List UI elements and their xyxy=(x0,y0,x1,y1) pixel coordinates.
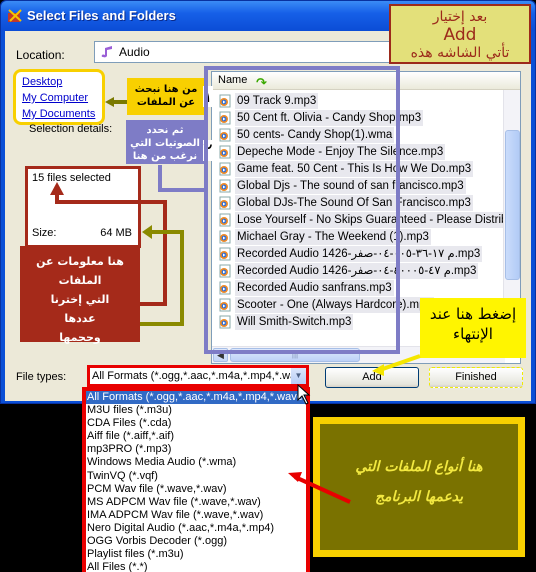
add-button[interactable]: Add xyxy=(325,367,419,388)
selection-count: 15 files selected xyxy=(32,172,111,184)
file-types-dropdown[interactable]: All Formats (*.ogg,*.aac,*.m4a,*.mp4,*.w… xyxy=(87,365,309,387)
file-name: Lose Yourself - No Skips Guaranteed - Pl… xyxy=(235,211,520,228)
audio-file-icon xyxy=(219,281,231,294)
file-name: 50 cents- Candy Shop(1).wma xyxy=(235,126,395,143)
location-dropdown[interactable]: Audio ▼ xyxy=(94,41,416,63)
audio-file-icon xyxy=(219,145,231,158)
audio-file-icon xyxy=(219,247,231,260)
file-list-item[interactable]: Lose Yourself - No Skips Guaranteed - Pl… xyxy=(218,211,520,228)
file-list-item[interactable]: 50 Cent ft. Olivia - Candy Shop.mp3 xyxy=(218,109,508,126)
vertical-scroll-thumb[interactable] xyxy=(505,130,520,280)
audio-file-icon xyxy=(219,264,231,277)
file-name: Will Smith-Switch.mp3 xyxy=(235,313,354,330)
audio-file-icon xyxy=(219,111,231,124)
audio-file-icon xyxy=(219,196,231,209)
file-list-item[interactable]: Game feat. 50 Cent - This Is How We Do.m… xyxy=(218,160,508,177)
file-types-label: File types: xyxy=(16,371,67,383)
selection-size-value: 64 MB xyxy=(100,227,132,239)
audio-file-icon xyxy=(219,179,231,192)
music-folder-icon xyxy=(101,46,112,58)
file-items: 09 Track 9.mp3 50 Cent ft. Olivia - Candy… xyxy=(218,92,520,330)
file-name: Recorded Audio 1426-م ١٧-٣٦-٠٠٥-٠٤-صفر.m… xyxy=(235,245,483,262)
file-name: Global Djs - The sound of san francisco.… xyxy=(235,177,466,194)
file-list-item[interactable]: Recorded Audio 1426-م ٤٧-٤٠٠٠٥-٠٤-صفر.mp… xyxy=(218,262,508,279)
annotation-selection-info: هنا معلومات عن الملفات التي إخترنا عددها… xyxy=(20,246,140,344)
file-type-option[interactable]: CDA Files (*.cda) xyxy=(86,417,306,430)
file-list-item[interactable]: Global DJs-The Sound Of San Francisco.mp… xyxy=(218,194,508,211)
audio-file-icon xyxy=(219,94,231,107)
file-types-options-list: All Formats (*.ogg,*.aac,*.m4a,*.mp4,*.w… xyxy=(82,387,310,572)
place-link-my-computer[interactable]: My Computer xyxy=(22,90,96,106)
file-list-item[interactable]: 50 cents- Candy Shop(1).wma xyxy=(218,126,508,143)
file-name: Recorded Audio 1426-م ٤٧-٤٠٠٠٥-٠٤-صفر.mp… xyxy=(235,262,479,279)
file-list-item[interactable]: 09 Track 9.mp3 xyxy=(218,92,508,109)
annotation-click-when-done: إضغط هنا عند الإنتهاء xyxy=(420,298,526,358)
file-type-option[interactable]: All Formats (*.ogg,*.aac,*.m4a,*.mp4,*.w… xyxy=(86,391,306,405)
place-link-my-documents[interactable]: My Documents xyxy=(22,106,96,122)
app-icon xyxy=(8,9,22,22)
file-name: Michael Gray - The Weekend (1).mp3 xyxy=(235,228,431,245)
audio-file-icon xyxy=(219,128,231,141)
annotation-pick-audio: ثم نحدد الصوتيات التي نرغب من هنا xyxy=(126,120,204,164)
file-list-item[interactable]: Michael Gray - The Weekend (1).mp3 xyxy=(218,228,508,245)
step-number-1: ١ xyxy=(203,86,213,107)
location-label: Location: xyxy=(16,48,65,62)
file-type-option[interactable]: OGG Vorbis Decoder (*.ogg) xyxy=(86,535,306,548)
file-type-option[interactable]: Nero Digital Audio (*.aac,*.m4a,*.mp4) xyxy=(86,522,306,535)
file-type-option[interactable]: All Files (*.*) xyxy=(86,561,306,572)
file-name: Scooter - One (Always Hardcore).mp3 xyxy=(235,296,434,313)
file-type-option[interactable]: TwinVQ (*.vqf) xyxy=(86,470,306,483)
audio-file-icon xyxy=(219,230,231,243)
annotation-supported-types: هنا أنواع الملفات التي يدعمها البرنامج xyxy=(313,417,525,557)
place-link-desktop[interactable]: Desktop xyxy=(22,74,96,90)
file-name: Game feat. 50 Cent - This Is How We Do.m… xyxy=(235,160,474,177)
places-panel: Desktop My Computer My Documents xyxy=(13,69,105,125)
horizontal-scroll-thumb[interactable]: ||| xyxy=(230,348,360,362)
audio-file-icon xyxy=(219,315,231,328)
file-list-item[interactable]: Recorded Audio sanfrans.mp3 xyxy=(218,279,508,296)
file-type-option[interactable]: PCM Wav file (*.wave,*.wav) xyxy=(86,483,306,496)
file-name: Global DJs-The Sound Of San Francisco.mp… xyxy=(235,194,473,211)
step-number-2: ٢ xyxy=(203,140,213,161)
file-list-item[interactable]: Recorded Audio 1426-م ١٧-٣٦-٠٠٥-٠٤-صفر.m… xyxy=(218,245,508,262)
selection-details-label: Selection details: xyxy=(29,123,113,135)
file-name: Depeche Mode - Enjoy The Silence.mp3 xyxy=(235,143,446,160)
finished-button[interactable]: Finished xyxy=(429,367,523,388)
file-name: Recorded Audio sanfrans.mp3 xyxy=(235,279,394,296)
selection-size-label: Size: xyxy=(32,227,57,239)
column-header-name[interactable]: Name ↷ xyxy=(212,72,520,90)
file-name: 50 Cent ft. Olivia - Candy Shop.mp3 xyxy=(235,109,424,126)
file-type-option[interactable]: Playlist files (*.m3u) xyxy=(86,548,306,561)
audio-file-icon xyxy=(219,298,231,311)
file-list-item[interactable]: Global Djs - The sound of san francisco.… xyxy=(218,177,508,194)
file-type-option[interactable]: mp3PRO (*.mp3) xyxy=(86,443,306,456)
annotation-after-add: بعد إختيار Add تأتي الشاشه هذه xyxy=(389,4,531,64)
scroll-left-icon[interactable]: ◀ xyxy=(213,348,228,362)
location-value: Audio xyxy=(119,45,150,59)
file-type-option[interactable]: IMA ADPCM Wav file (*.wave,*.wav) xyxy=(86,509,306,522)
chevron-down-icon[interactable]: ▼ xyxy=(291,368,306,384)
file-type-option[interactable]: Aiff file (*.aiff,*.aif) xyxy=(86,430,306,443)
file-list-item[interactable]: Depeche Mode - Enjoy The Silence.mp3 xyxy=(218,143,508,160)
file-type-option[interactable]: MS ADPCM Wav file (*.wave,*.wav) xyxy=(86,496,306,509)
annotation-search-here: من هنا نبحث عن الملفات xyxy=(127,78,205,115)
audio-file-icon xyxy=(219,162,231,175)
selection-details-box: 15 files selected Size: 64 MB xyxy=(25,166,141,248)
file-type-option[interactable]: Windows Media Audio (*.wma) xyxy=(86,456,306,469)
file-types-value: All Formats (*.ogg,*.aac,*.m4a,*.mp4,*.w… xyxy=(92,370,302,382)
audio-file-icon xyxy=(219,213,231,226)
file-type-option[interactable]: M3U files (*.m3u) xyxy=(86,404,306,417)
sort-arrow-icon: ↷ xyxy=(256,75,267,90)
window-title: Select Files and Folders xyxy=(27,8,176,23)
file-name: 09 Track 9.mp3 xyxy=(235,92,319,109)
